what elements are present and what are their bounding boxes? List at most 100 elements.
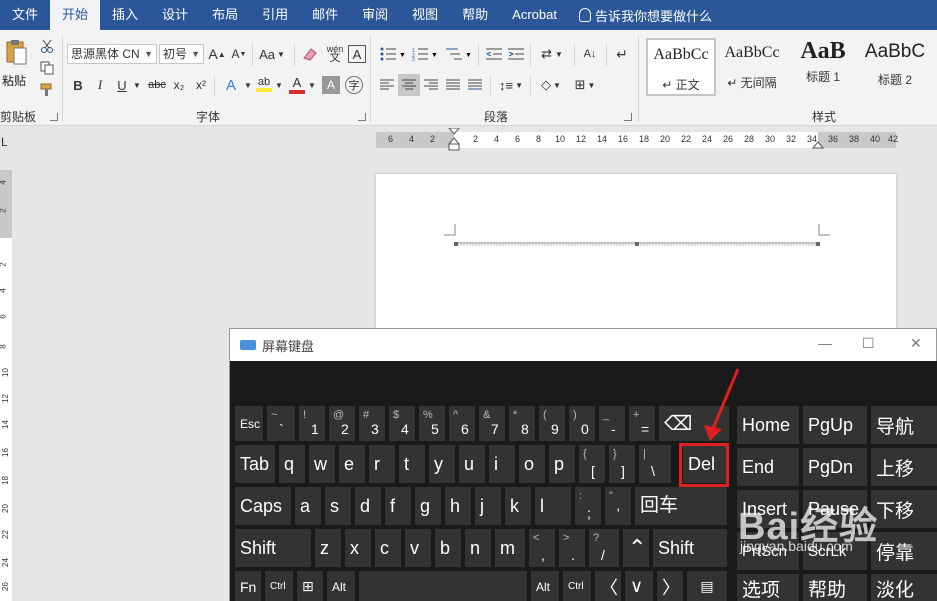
chevron-down-icon[interactable]: ▼ [275,76,283,94]
font-launcher-icon[interactable] [358,113,366,121]
key-a[interactable]: a [295,487,321,525]
key-space[interactable] [359,571,527,601]
show-marks-icon[interactable]: ↵ [612,44,632,64]
key-p[interactable]: p [549,445,575,483]
shading-icon[interactable]: ◇ ▼ [536,76,566,94]
key-v[interactable]: v [405,529,431,567]
key-c[interactable]: c [375,529,401,567]
paste-icon[interactable] [2,38,30,66]
numbering-icon[interactable]: 1 2 3 ▼ [410,44,440,64]
chevron-down-icon[interactable]: ▼ [244,76,252,94]
key-ctrl-left[interactable]: Ctrl [265,571,293,601]
grow-font-button[interactable]: A ▲ [208,45,226,63]
key-alt-right[interactable]: Alt [531,571,559,601]
horizontal-ruler[interactable]: 6 4 2 2 4 6 8 10 12 14 16 18 20 22 24 26… [376,128,898,151]
key-period[interactable]: >. [559,529,585,567]
key-i[interactable]: i [489,445,515,483]
change-case-button[interactable]: Aa ▼ [258,45,286,63]
decrease-indent-icon[interactable] [484,44,504,64]
key-backslash[interactable]: | \ [639,445,671,483]
paste-button[interactable]: 粘贴 [2,72,26,89]
multilevel-list-icon[interactable]: ▼ [442,44,474,64]
key-2[interactable]: @2 [329,406,355,441]
key-o[interactable]: o [519,445,545,483]
key-7[interactable]: & 7 [479,406,505,441]
clear-formatting-icon[interactable] [300,45,320,63]
key-move-up[interactable]: 上移 [871,448,937,486]
key-9[interactable]: (9 [539,406,565,441]
key-0[interactable]: ) 0 [569,406,595,441]
shrink-font-button[interactable]: A ▼ [230,45,248,63]
key-k[interactable]: k [505,487,531,525]
key-fn[interactable]: Fn [235,571,261,601]
distributed-icon[interactable] [466,76,484,94]
clipboard-launcher-icon[interactable] [50,113,58,121]
key-slash[interactable]: ? / [589,529,619,567]
tab-view[interactable]: 视图 [400,0,450,30]
tab-acrobat[interactable]: Acrobat [500,0,569,30]
chinese-layout-icon[interactable]: ⇄ ▼ [536,44,568,64]
align-left-icon[interactable] [378,76,396,94]
bullets-icon[interactable]: ▼ [378,44,408,64]
key-b[interactable]: b [435,529,461,567]
tab-stop-selector[interactable]: L [1,135,8,149]
text-effects-icon[interactable]: A [220,76,242,94]
indent-marker-icon[interactable] [448,128,460,152]
key-semicolon[interactable]: :; [575,487,601,525]
underline-button[interactable]: U [114,76,130,94]
sort-icon[interactable]: A↓ [580,44,600,64]
tab-review[interactable]: 审阅 [350,0,400,30]
close-icon[interactable]: ✕ [910,335,922,352]
maximize-icon[interactable]: ☐ [862,335,875,352]
bold-button[interactable]: B [70,76,86,94]
key-h[interactable]: h [445,487,471,525]
key-shift-right[interactable]: Shift [653,529,727,567]
key-enter[interactable]: 回车 [635,487,727,525]
key-end[interactable]: End [737,448,799,486]
key-y[interactable]: y [429,445,455,483]
key-dock[interactable]: 停靠 [871,532,937,570]
key-x[interactable]: x [345,529,371,567]
character-shading-icon[interactable]: A [322,76,340,94]
windows-key-icon[interactable]: ⊞ [297,571,323,601]
tab-home[interactable]: 开始 [50,0,101,30]
key-j[interactable]: j [475,487,501,525]
key-3[interactable]: #3 [359,406,385,441]
key-pgdn[interactable]: PgDn [803,448,867,486]
key-pgup[interactable]: PgUp [803,406,867,444]
tab-insert[interactable]: 插入 [100,0,150,30]
style-no-spacing[interactable]: AaBbCc ↵ 无间隔 [717,38,787,96]
key-tab[interactable]: Tab [235,445,275,483]
key-s[interactable]: s [325,487,351,525]
key-esc[interactable]: Esc [235,406,263,441]
key-d[interactable]: d [355,487,381,525]
key-quote[interactable]: " ' [605,487,631,525]
align-right-icon[interactable] [422,76,440,94]
character-border-icon[interactable]: A [348,45,366,63]
key-w[interactable]: w [309,445,335,483]
tell-me-box[interactable]: 告诉我你想要做什么 [569,6,712,25]
key-shift-left[interactable]: Shift [235,529,311,567]
selected-horizontal-line[interactable] [454,240,820,248]
font-size-select[interactable]: 初号 ▼ [159,44,204,64]
phonetic-guide-button[interactable]: wén 文 [324,43,346,65]
key-left-bracket[interactable]: {[ [579,445,605,483]
cut-icon[interactable] [38,38,56,54]
tab-design[interactable]: 设计 [150,0,200,30]
enclose-characters-icon[interactable]: 字 [345,76,363,94]
tab-file[interactable]: 文件 [0,0,50,30]
key-alt-left[interactable]: Alt [327,571,355,601]
key-minus[interactable]: _ - [599,406,625,441]
align-center-icon[interactable] [398,74,420,96]
key-options[interactable]: 选项 [737,574,799,601]
key-menu[interactable]: ▤ [687,571,727,601]
vertical-ruler[interactable]: 4 2 2 4 6 8 10 12 14 16 18 20 22 24 26 [0,170,12,601]
key-q[interactable]: q [279,445,305,483]
key-5[interactable]: % 5 [419,406,445,441]
chevron-down-icon[interactable]: ▼ [308,76,316,94]
font-color-icon[interactable]: A [288,74,306,94]
key-z[interactable]: z [315,529,341,567]
key-help[interactable]: 帮助 [803,574,867,601]
style-heading-1[interactable]: AaB 标题 1 [788,38,858,96]
key-nav[interactable]: 导航 [871,406,937,444]
